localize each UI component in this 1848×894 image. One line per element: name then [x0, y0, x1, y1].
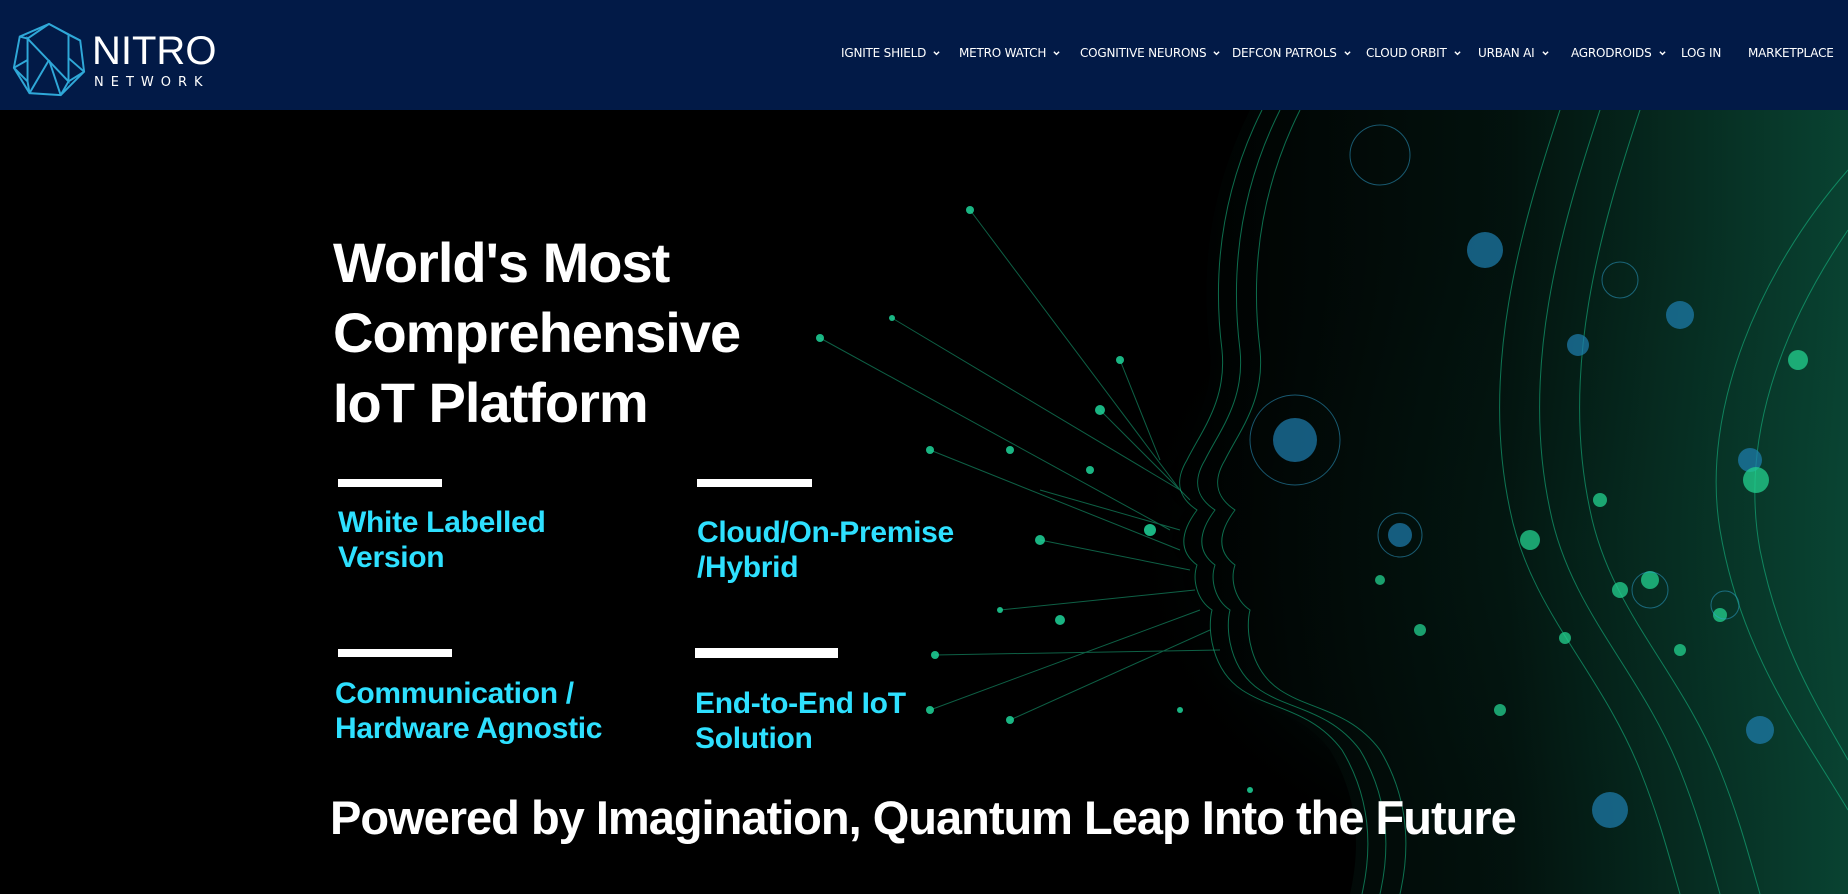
feature-divider: [338, 649, 452, 657]
nav-item-label: IGNITE SHIELD: [841, 46, 927, 60]
feature-divider: [338, 479, 442, 487]
nav-item-ignite-shield[interactable]: IGNITE SHIELD: [841, 46, 940, 60]
feature-divider: [695, 648, 838, 658]
brand-logo[interactable]: NITRO NETWORK: [10, 20, 216, 100]
feature-label: Communication / Hardware Agnostic: [335, 677, 603, 745]
feature-label: White Labelled Version: [338, 506, 546, 574]
chevron-down-icon: [1213, 50, 1221, 55]
nav-item-log-in[interactable]: LOG IN: [1681, 46, 1721, 60]
hero-tagline: Powered by Imagination, Quantum Leap Int…: [330, 791, 1517, 844]
nav-item-agrodroids[interactable]: AGRODROIDS: [1571, 46, 1666, 60]
hero-section: World's Most Comprehensive IoT Platform …: [0, 110, 1848, 894]
feature-label: End-to-End IoT Solution: [695, 687, 906, 755]
chevron-down-icon: [1344, 50, 1351, 55]
nav-item-label: METRO WATCH: [959, 46, 1047, 60]
nitro-hexagon-n-icon: [12, 22, 86, 97]
site-header: NITRO NETWORK IGNITE SHIELD METRO WATCH …: [0, 0, 1848, 110]
nav-item-label: LOG IN: [1681, 46, 1722, 60]
hero-headline: World's Most Comprehensive IoT Platform: [333, 228, 741, 438]
nav-item-urban-ai[interactable]: URBAN AI: [1478, 46, 1549, 60]
chevron-down-icon: [1658, 50, 1666, 55]
nav-item-label: COGNITIVE NEURONS: [1080, 46, 1207, 60]
nav-item-label: MARKETPLACE: [1748, 46, 1834, 60]
nav-item-label: URBAN AI: [1478, 46, 1535, 60]
chevron-down-icon: [933, 50, 940, 55]
nav-item-label: CLOUD ORBIT: [1366, 46, 1447, 60]
feature-divider: [697, 479, 812, 487]
headline-line: Comprehensive: [333, 301, 741, 364]
feature-label: Cloud/On-Premise /Hybrid: [697, 516, 954, 584]
feature-hardware-agnostic: Communication / Hardware Agnostic: [335, 649, 603, 746]
headline-line: IoT Platform: [333, 371, 649, 434]
feature-white-labelled: White Labelled Version: [338, 479, 546, 575]
nav-item-marketplace[interactable]: MARKETPLACE: [1748, 46, 1834, 60]
chevron-down-icon: [1053, 50, 1060, 55]
nav-item-label: AGRODROIDS: [1571, 46, 1652, 60]
nav-item-defcon-patrols[interactable]: DEFCON PATROLS: [1232, 46, 1351, 60]
brand-subname: NETWORK: [94, 74, 210, 90]
nav-item-metro-watch[interactable]: METRO WATCH: [959, 46, 1060, 60]
nav-item-cloud-orbit[interactable]: CLOUD ORBIT: [1366, 46, 1461, 60]
brand-name: NITRO: [92, 28, 217, 73]
chevron-down-icon: [1453, 50, 1461, 55]
nav-item-cognitive-neurons[interactable]: COGNITIVE NEURONS: [1080, 46, 1221, 60]
feature-cloud-hybrid: Cloud/On-Premise /Hybrid: [697, 479, 954, 585]
nav-item-label: DEFCON PATROLS: [1232, 46, 1337, 60]
headline-line: World's Most: [333, 231, 670, 294]
feature-end-to-end: End-to-End IoT Solution: [695, 648, 906, 756]
chevron-down-icon: [1541, 50, 1549, 55]
